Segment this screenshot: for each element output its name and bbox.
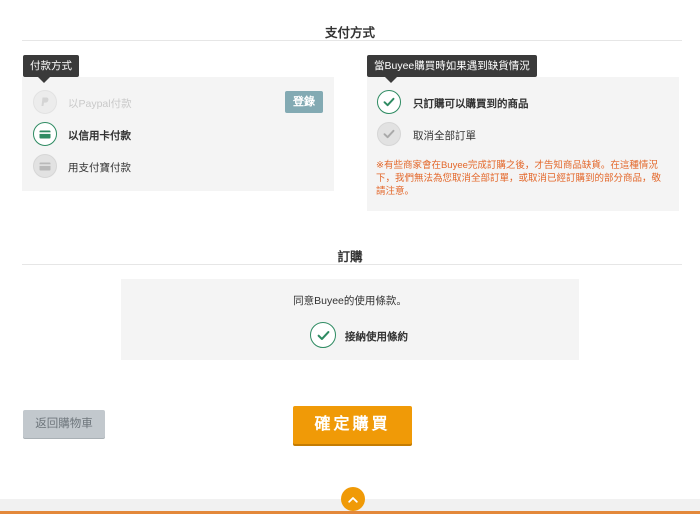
shortage-tooltip: 當Buyee購買時如果遇到缺貨情況 [367,55,537,83]
check-icon [317,330,329,340]
payment-section-title: 支付方式 [324,26,375,40]
credit-card-option-label: 以信用卡付款 [68,130,131,142]
alipay-card-icon [39,162,51,170]
buy-available-radio[interactable] [377,90,401,114]
cancel-all-label: 取消全部訂單 [413,130,476,142]
accept-terms-label: 接納使用條約 [345,331,408,343]
paypal-option-label: 以Paypal付款 [68,98,132,110]
paypal-radio[interactable] [33,90,57,114]
register-button[interactable]: 登錄 [285,91,323,113]
payment-method-tooltip: 付款方式 [23,55,79,83]
confirm-purchase-button[interactable]: 確定購買 [293,406,412,444]
cancel-all-radio[interactable] [377,122,401,146]
paypal-icon [41,97,49,106]
chevron-up-icon [348,496,358,503]
divider [22,40,682,41]
buy-available-label: 只訂購可以購買到的商品 [413,98,529,110]
back-to-cart-button[interactable]: 返回購物車 [23,410,105,438]
check-icon [383,97,395,107]
terms-text: 同意Buyee的使用條款。 [293,295,407,307]
alipay-option-label: 用支付寶付款 [68,162,131,174]
scroll-to-top-button[interactable] [341,487,365,511]
terms-panel [121,279,579,360]
divider [22,264,682,265]
order-section-title: 訂購 [337,250,363,264]
accept-terms-checkbox[interactable] [310,322,336,348]
alipay-radio[interactable] [33,154,57,178]
credit-card-radio[interactable] [33,122,57,146]
credit-card-icon [39,130,51,138]
check-icon [383,129,395,139]
shortage-note: ※有些商家會在Buyee完成訂購之後，才告知商品缺貨。在這種情況下，我們無法為您… [376,160,662,197]
